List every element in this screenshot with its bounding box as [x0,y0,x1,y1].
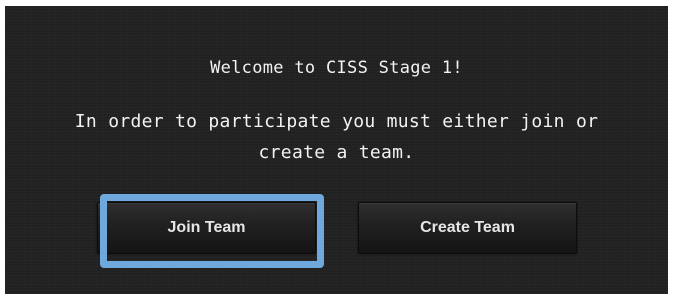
page: Welcome to CISS Stage 1! In order to par… [0,0,679,304]
join-team-button[interactable]: Join Team [97,202,316,254]
welcome-heading: Welcome to CISS Stage 1! [210,58,463,78]
create-team-button[interactable]: Create Team [358,202,577,254]
instructions-text: In order to participate you must either … [74,111,599,163]
